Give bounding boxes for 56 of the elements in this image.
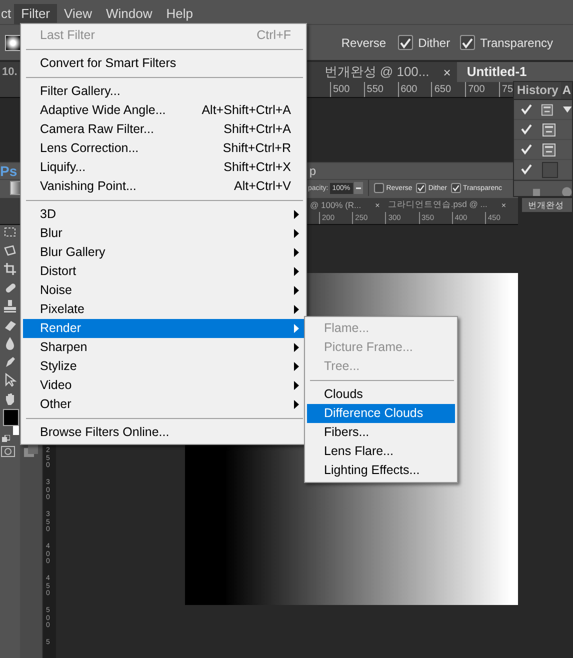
shortcut-text: Alt+Ctrl+V	[234, 178, 291, 195]
menu-item[interactable]: Clouds	[307, 385, 455, 404]
menu-item[interactable]: Blur	[23, 224, 304, 243]
panel-tab[interactable]: A	[561, 82, 572, 99]
shortcut-text: Shift+Ctrl+X	[224, 159, 291, 176]
menu-item[interactable]: Video	[23, 376, 304, 395]
menu-item[interactable]: Blur Gallery	[23, 243, 304, 262]
menu-item[interactable]: View	[57, 4, 99, 24]
menu-item[interactable]: Difference Clouds	[307, 404, 455, 423]
checkbox-label: Reverse	[341, 36, 386, 50]
document-tab[interactable]: 번개완성 @ 100...	[324, 62, 430, 82]
document-tab[interactable]: 번개완성	[522, 198, 572, 212]
menu-item[interactable]: Noise	[23, 281, 304, 300]
ruler-number: 600	[398, 82, 432, 97]
menu-item[interactable]: Filter	[14, 4, 58, 24]
menu-item[interactable]: Liquify... Shift+Ctrl+X	[23, 158, 304, 177]
menu-item[interactable]: Filter Gallery...	[23, 82, 304, 101]
menu-item[interactable]: Browse Filters Online...	[23, 423, 304, 442]
ruler-number: 650	[431, 82, 466, 97]
menu-item[interactable]: Convert for Smart Filters	[23, 54, 304, 73]
shortcut-text: Shift+Ctrl+R	[222, 140, 291, 157]
menu-item[interactable]: Lens Flare...	[307, 442, 455, 461]
menu-item[interactable]: Help	[159, 4, 200, 24]
close-button[interactable]: ×	[375, 200, 380, 210]
ruler-number: 550	[364, 82, 398, 97]
menu-item[interactable]: Stylize	[23, 357, 304, 376]
checkbox[interactable]: Dither	[398, 35, 450, 50]
document-tab[interactable]: 그라디언트연습.psd @ ...	[388, 199, 488, 211]
panel-tab[interactable]: History	[514, 82, 562, 99]
menu-item[interactable]: Adaptive Wide Angle... Alt+Shift+Ctrl+A	[23, 101, 304, 120]
menu-item[interactable]: p	[309, 164, 316, 178]
menu-item[interactable]: ct	[0, 4, 12, 24]
document-tab[interactable]: @ 100% (R...	[310, 200, 362, 210]
menu-item[interactable]: Lens Correction... Shift+Ctrl+R	[23, 139, 304, 158]
menu-item[interactable]: Distort	[23, 262, 304, 281]
ruler-number: 700	[465, 82, 499, 97]
menu-item[interactable]: Other	[23, 395, 304, 414]
ruler-number: 500	[330, 82, 364, 97]
app-logo: Ps	[0, 163, 18, 179]
checkbox[interactable]: Transparency	[460, 35, 553, 50]
menu-item[interactable]: Pixelate	[23, 300, 304, 319]
menu-item[interactable]: Lighting Effects...	[307, 461, 455, 480]
menu-item[interactable]: Vanishing Point... Alt+Ctrl+V	[23, 177, 304, 196]
menu-item[interactable]: Render	[23, 319, 304, 338]
menu-item[interactable]: Camera Raw Filter... Shift+Ctrl+A	[23, 120, 304, 139]
close-button[interactable]: ×	[501, 200, 506, 210]
shortcut-text: Ctrl+F	[256, 27, 291, 44]
menu-item[interactable]: Window	[98, 4, 160, 24]
close-button[interactable]: ×	[443, 64, 451, 80]
menu-item[interactable]: Fibers...	[307, 423, 455, 442]
menu-item[interactable]: Sharpen	[23, 338, 304, 357]
shortcut-text: Shift+Ctrl+A	[224, 121, 291, 138]
document-tab[interactable]: 10.	[2, 62, 18, 82]
menu-item[interactable]: 3D	[23, 205, 304, 224]
document-tab[interactable]: Untitled-1	[456, 62, 573, 82]
shortcut-text: Alt+Shift+Ctrl+A	[202, 102, 291, 119]
